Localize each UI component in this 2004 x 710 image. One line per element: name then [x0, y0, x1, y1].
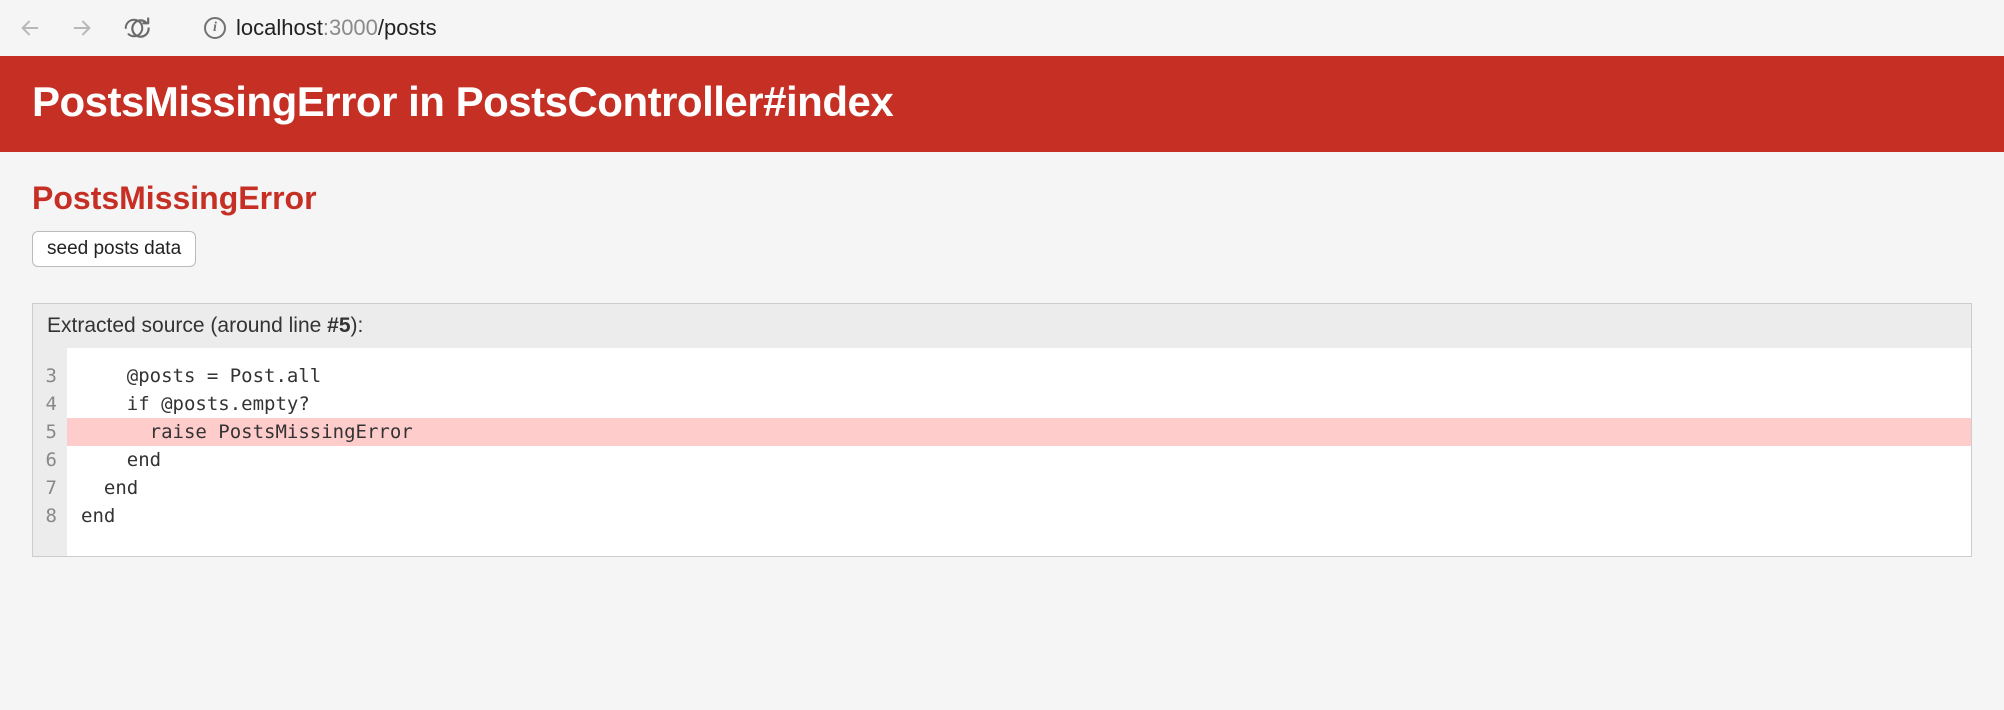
code-line: @posts = Post.all [67, 362, 1971, 390]
source-header-line: #5 [327, 314, 350, 337]
source-code: 345678 @posts = Post.all if @posts.empty… [33, 348, 1971, 556]
line-number: 5 [43, 418, 57, 446]
url-port: :3000 [323, 15, 378, 40]
code-line: if @posts.empty? [67, 390, 1971, 418]
line-numbers: 345678 [33, 348, 67, 556]
code-line: end [67, 446, 1971, 474]
line-number: 4 [43, 390, 57, 418]
error-header: PostsMissingError in PostsController#ind… [0, 56, 2004, 152]
address-bar[interactable]: i localhost:3000/posts [204, 15, 437, 41]
nav-buttons [18, 16, 152, 40]
code-lines: @posts = Post.all if @posts.empty? raise… [67, 348, 1971, 556]
error-title: PostsMissingError in PostsController#ind… [32, 78, 1972, 126]
arrow-left-icon [19, 17, 41, 39]
line-number: 3 [43, 362, 57, 390]
code-line: end [67, 502, 1971, 530]
line-number: 8 [43, 502, 57, 530]
source-header: Extracted source (around line #5): [33, 304, 1971, 348]
line-number: 6 [43, 446, 57, 474]
exception-name: PostsMissingError [32, 180, 1972, 217]
content-area: PostsMissingError seed posts data Extrac… [0, 152, 2004, 585]
source-extract: Extracted source (around line #5): 34567… [32, 303, 1972, 557]
reload-button[interactable] [122, 16, 146, 40]
seed-posts-button[interactable]: seed posts data [32, 231, 196, 267]
source-header-suffix: ): [351, 314, 364, 337]
code-line: end [67, 474, 1971, 502]
url-path: /posts [378, 15, 437, 40]
line-number: 7 [43, 474, 57, 502]
source-header-prefix: Extracted source (around line [47, 314, 327, 337]
arrow-right-icon [71, 17, 93, 39]
url-text: localhost:3000/posts [236, 15, 437, 41]
back-button[interactable] [18, 16, 42, 40]
code-line: raise PostsMissingError [67, 418, 1971, 446]
browser-toolbar: i localhost:3000/posts [0, 0, 2004, 56]
info-icon[interactable]: i [204, 17, 226, 39]
url-host: localhost [236, 15, 323, 40]
forward-button[interactable] [70, 16, 94, 40]
